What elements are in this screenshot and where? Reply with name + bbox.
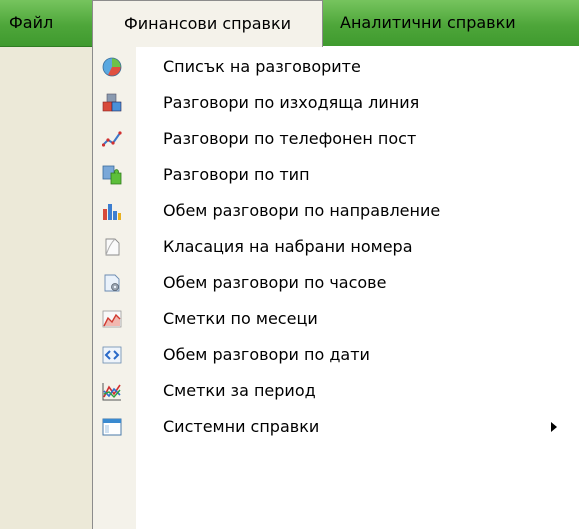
menu-item-calls-by-outgoing-line[interactable]: Разговори по изходяща линия [93, 85, 579, 121]
workspace-background [0, 47, 92, 529]
window-icon [102, 418, 122, 436]
menu-item-label: Разговори по телефонен пост [163, 129, 417, 148]
menu-analytic-reports[interactable]: Аналитични справки [340, 0, 516, 46]
document-gear-icon [104, 274, 120, 292]
menu-item-call-volume-by-date[interactable]: Обем разговори по дати [93, 337, 579, 373]
pie-chart-icon [102, 57, 122, 77]
menu-item-bills-by-month[interactable]: Сметки по месеци [93, 301, 579, 337]
area-chart-icon [102, 310, 122, 328]
menu-item-label: Обем разговори по часове [163, 273, 387, 292]
code-window-icon [102, 346, 122, 364]
menu-item-call-list[interactable]: Списък на разговорите [93, 49, 579, 85]
menu-item-label: Обем разговори по направление [163, 201, 441, 220]
menu-item-label: Разговори по тип [163, 165, 310, 184]
menu-item-label: Обем разговори по дати [163, 345, 370, 364]
menu-item-label: Системни справки [163, 417, 320, 436]
menu-file[interactable]: Файл [9, 0, 53, 46]
menu-item-label: Сметки по месеци [163, 309, 318, 328]
menu-item-call-volume-by-hour[interactable]: Обем разговори по часове [93, 265, 579, 301]
financial-reports-dropdown: Списък на разговорите Разговори по изход… [92, 46, 579, 529]
menu-item-bills-for-period[interactable]: Сметки за период [93, 373, 579, 409]
menu-item-system-reports[interactable]: Системни справки [93, 409, 579, 445]
menu-financial-reports[interactable]: Финансови справки [92, 0, 323, 47]
menu-item-dialed-numbers-ranking[interactable]: Класация на набрани номера [93, 229, 579, 265]
menu-item-label: Класация на набрани номера [163, 237, 413, 256]
menu-item-label: Сметки за период [163, 381, 316, 400]
menu-item-label: Разговори по изходяща линия [163, 93, 420, 112]
multi-line-chart-icon [102, 383, 121, 401]
menu-bar: Файл Финансови справки Аналитични справк… [0, 0, 579, 47]
menu-item-calls-by-type[interactable]: Разговори по тип [93, 157, 579, 193]
menu-item-label: Списък на разговорите [163, 57, 361, 76]
puzzle-icon [102, 165, 122, 185]
submenu-arrow-icon [551, 422, 557, 432]
menu-item-call-volume-by-direction[interactable]: Обем разговори по направление [93, 193, 579, 229]
bar-chart-icon [103, 204, 121, 220]
menu-item-calls-by-phone-station[interactable]: Разговори по телефонен пост [93, 121, 579, 157]
line-graph-icon [102, 131, 122, 147]
document-curl-icon [105, 238, 120, 256]
cubes-icon [102, 93, 122, 112]
